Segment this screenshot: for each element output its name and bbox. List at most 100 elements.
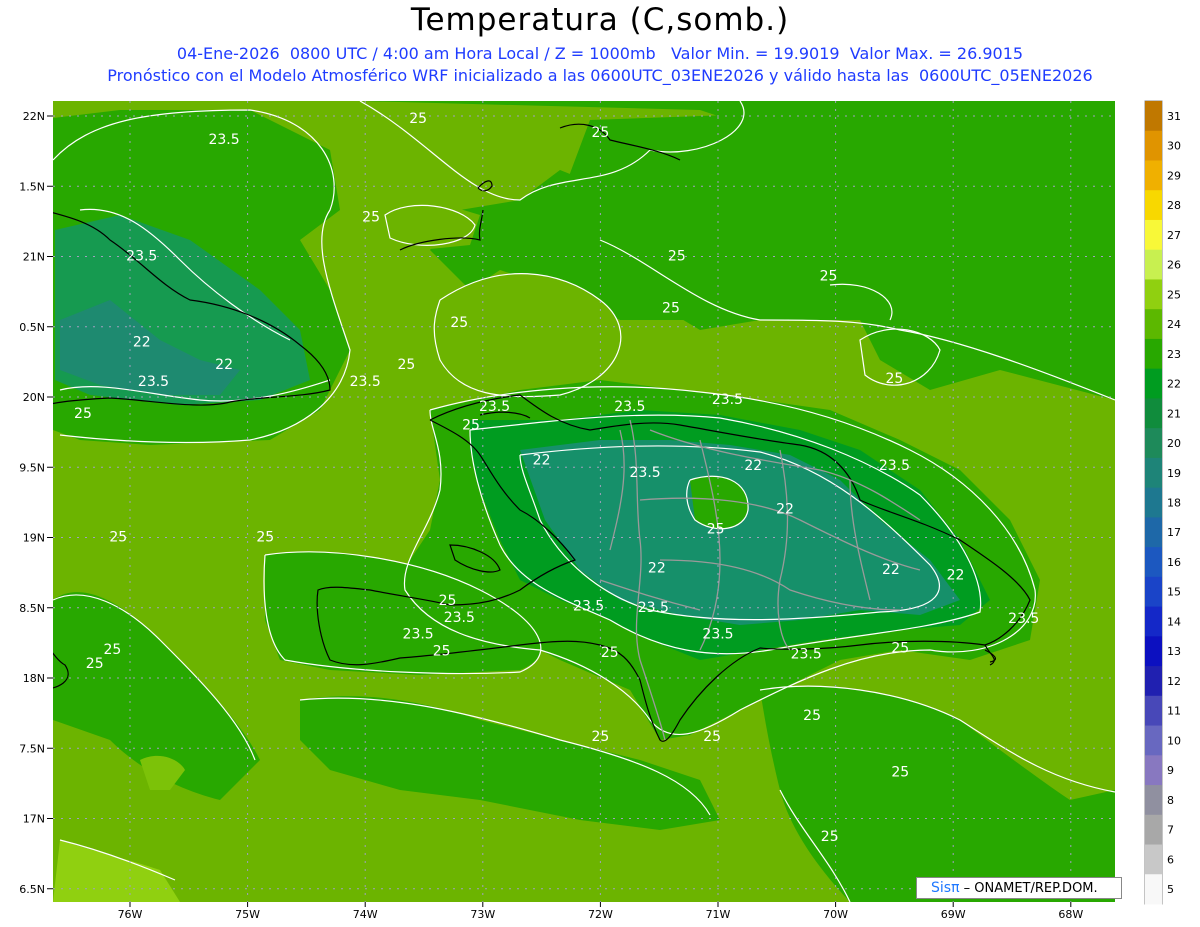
colorbar-label: 21 bbox=[1167, 407, 1181, 420]
contour-value-label: 23.5 bbox=[208, 132, 239, 148]
colorbar-label: 24 bbox=[1167, 318, 1181, 331]
colorbar: 31 30 29 28 27 26 25 24 23 22 21 20 19 18 17 16 15 14 13 12… bbox=[1144, 100, 1181, 905]
x-tick-label: 76W bbox=[118, 908, 143, 921]
y-tick-label: 1.5N bbox=[19, 180, 45, 193]
contour-value-label: 25 bbox=[86, 656, 104, 672]
contour-value-label: 25 bbox=[433, 644, 451, 660]
y-tick-label: 18N bbox=[23, 672, 45, 685]
colorbar-swatch bbox=[1145, 279, 1162, 310]
contour-value-label: 23.5 bbox=[879, 458, 910, 474]
contour-value-label: 23.5 bbox=[712, 392, 743, 408]
x-tick-label: 72W bbox=[588, 908, 613, 921]
y-tick-label: 6.5N bbox=[19, 883, 45, 896]
contour-value-label: 23.5 bbox=[479, 399, 510, 415]
y-tick-label: 22N bbox=[23, 110, 45, 123]
contour-value-label: 22 bbox=[947, 568, 965, 584]
colorbar-swatch bbox=[1145, 725, 1162, 756]
colorbar-label: 23 bbox=[1167, 348, 1181, 361]
contour-value-label: 25 bbox=[820, 268, 838, 284]
colorbar-label: 14 bbox=[1167, 615, 1181, 628]
contour-value-label: 23.5 bbox=[1008, 611, 1039, 627]
y-tick-label: 19N bbox=[23, 532, 45, 545]
contour-value-label: 25 bbox=[707, 521, 725, 537]
colorbar-swatch bbox=[1145, 368, 1162, 399]
colorbar-swatch bbox=[1145, 606, 1162, 637]
credit-text: – ONAMET/REP.DOM. bbox=[959, 881, 1098, 896]
y-tick-label: 0.5N bbox=[19, 321, 45, 334]
contour-value-label: 23.5 bbox=[350, 374, 381, 390]
contour-value-label: 25 bbox=[450, 315, 468, 331]
colorbar-label: 28 bbox=[1167, 199, 1181, 212]
colorbar-label: 26 bbox=[1167, 259, 1181, 272]
colorbar-swatch bbox=[1145, 814, 1162, 846]
colorbar-swatch bbox=[1145, 755, 1162, 786]
contour-value-label: 22 bbox=[648, 561, 666, 577]
contour-value-label: 23.5 bbox=[702, 627, 733, 643]
colorbar-swatch bbox=[1145, 576, 1162, 608]
colorbar-swatch bbox=[1145, 309, 1162, 340]
x-tick-label: 70W bbox=[823, 908, 848, 921]
contour-value-label: 23.5 bbox=[573, 599, 604, 615]
colorbar-label: 18 bbox=[1167, 497, 1181, 510]
contour-value-label: 25 bbox=[74, 406, 92, 422]
x-tick-label: 69W bbox=[941, 908, 966, 921]
colorbar-label: 6 bbox=[1167, 853, 1174, 866]
contour-value-label: 22 bbox=[744, 458, 762, 474]
contour-value-label: 23.5 bbox=[630, 465, 661, 481]
contour-value-label: 25 bbox=[256, 530, 274, 546]
contour-value-label: 25 bbox=[409, 111, 427, 127]
contour-value-label: 23.5 bbox=[638, 600, 669, 616]
colorbar-label: 31 bbox=[1167, 110, 1181, 123]
contour-value-label: 22 bbox=[533, 452, 551, 468]
colorbar-label: 20 bbox=[1167, 437, 1181, 450]
contour-value-label: 23.5 bbox=[444, 610, 475, 626]
contour-value-label: 22 bbox=[133, 334, 151, 350]
colorbar-label: 17 bbox=[1167, 526, 1181, 539]
colorbar-label: 9 bbox=[1167, 764, 1174, 777]
x-tick-label: 73W bbox=[470, 908, 495, 921]
colorbar-swatch bbox=[1145, 398, 1162, 429]
contour-value-label: 25 bbox=[591, 729, 609, 745]
colorbar-swatch bbox=[1145, 874, 1162, 905]
contour-value-label: 25 bbox=[891, 764, 909, 780]
colorbar-label: 10 bbox=[1167, 734, 1181, 747]
colorbar-swatch bbox=[1145, 160, 1162, 191]
colorbar-swatch bbox=[1145, 219, 1162, 251]
colorbar-label: 13 bbox=[1167, 645, 1181, 658]
contour-value-label: 25 bbox=[362, 209, 380, 225]
contour-value-label: 25 bbox=[803, 708, 821, 724]
contour-value-label: 25 bbox=[668, 249, 686, 265]
y-axis-ticks: 22N 1.5N 21N 0.5N 20N 9.5N 19N 8.5N 18N 7.5N 17N 6.… bbox=[19, 110, 53, 896]
colorbar-label: 8 bbox=[1167, 794, 1174, 807]
contour-value-label: 23.5 bbox=[126, 249, 157, 265]
colorbar-label: 7 bbox=[1167, 824, 1174, 837]
colorbar-swatch bbox=[1145, 130, 1162, 161]
y-tick-label: 8.5N bbox=[19, 602, 45, 615]
contour-value-label: 22 bbox=[215, 357, 233, 373]
map-plot-area bbox=[53, 101, 1115, 902]
colorbar-swatch bbox=[1145, 666, 1162, 697]
colorbar-label: 12 bbox=[1167, 675, 1181, 688]
contour-value-label: 25 bbox=[891, 641, 909, 657]
temperature-map: 25 23.5 25 25 23.5 25 25 25 25 22 22 23.5 23.5 25 25 25… bbox=[19, 100, 1181, 921]
colorbar-label: 22 bbox=[1167, 378, 1181, 391]
contour-value-label: 25 bbox=[591, 125, 609, 141]
contour-value-label: 25 bbox=[601, 645, 619, 661]
colorbar-swatch bbox=[1145, 249, 1162, 280]
colorbar-swatch bbox=[1145, 517, 1162, 548]
contour-value-label: 25 bbox=[703, 729, 721, 745]
colorbar-label: 19 bbox=[1167, 467, 1181, 480]
colorbar-swatch bbox=[1145, 844, 1162, 875]
contour-value-label: 25 bbox=[462, 417, 480, 433]
colorbar-swatch bbox=[1145, 695, 1162, 727]
colorbar-swatch bbox=[1145, 785, 1162, 816]
y-tick-label: 20N bbox=[23, 391, 45, 404]
x-tick-label: 75W bbox=[235, 908, 260, 921]
y-tick-label: 21N bbox=[23, 251, 45, 264]
colorbar-label: 16 bbox=[1167, 556, 1181, 569]
colorbar-swatch bbox=[1145, 636, 1162, 667]
contour-value-label: 25 bbox=[662, 301, 680, 317]
colorbar-swatch bbox=[1145, 190, 1162, 221]
contour-value-label: 25 bbox=[397, 357, 415, 373]
y-tick-label: 17N bbox=[23, 813, 45, 826]
